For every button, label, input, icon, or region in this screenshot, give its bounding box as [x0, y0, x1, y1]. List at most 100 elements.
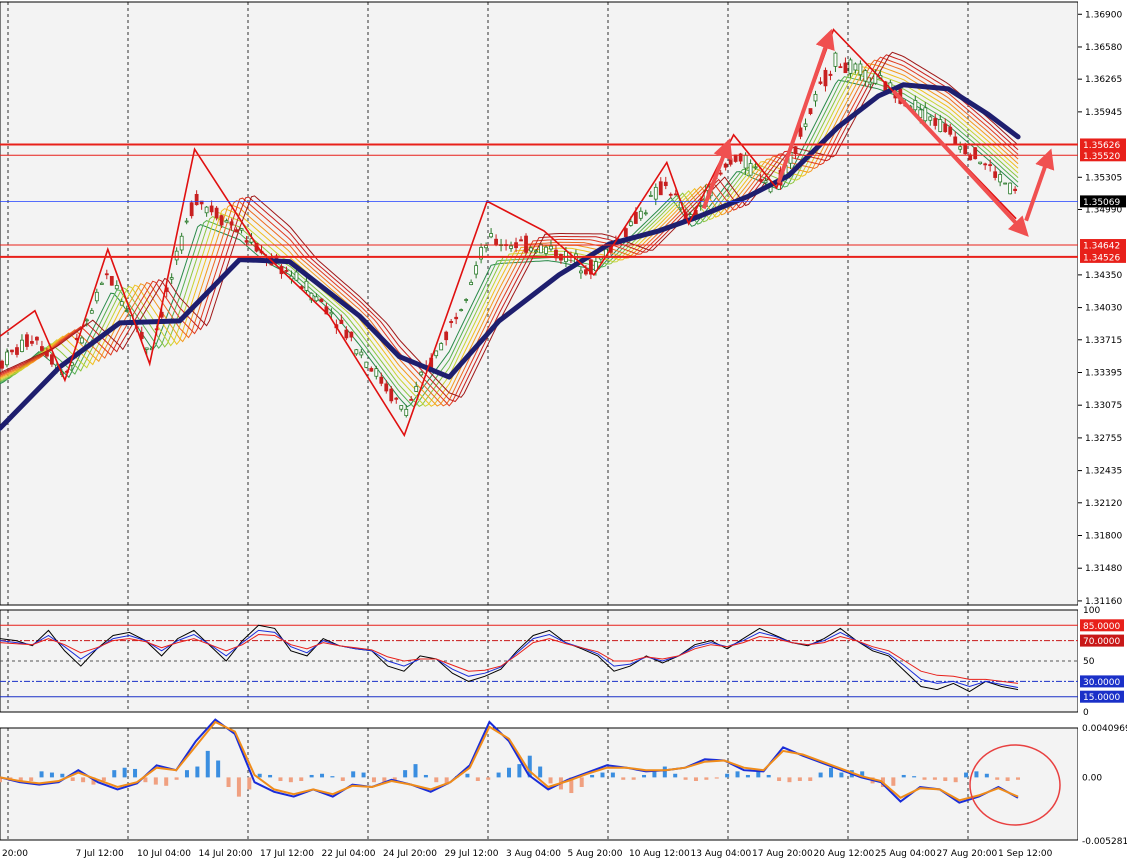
histogram-bar: [434, 777, 439, 783]
candle-body: [79, 337, 84, 344]
level-label-text: 1.35520: [1083, 152, 1120, 162]
candle-body: [314, 296, 319, 302]
candle-body: [189, 202, 194, 217]
candle-body: [344, 329, 349, 339]
histogram-bar: [579, 777, 584, 788]
time-tick-label: 17 Jul 12:00: [260, 849, 314, 859]
histogram-bar: [932, 777, 937, 780]
candle-body: [484, 245, 488, 249]
time-tick-label: 22 Jul 04:00: [322, 849, 376, 859]
candle-body: [239, 228, 244, 231]
current-price-text: 1.35069: [1083, 198, 1120, 208]
candle-body: [444, 331, 449, 341]
candle-body: [114, 285, 119, 290]
oscillator-tick-label: 0: [1083, 708, 1089, 718]
histogram-bar: [548, 777, 553, 784]
candle-body: [524, 235, 528, 253]
histogram-bar: [288, 777, 293, 783]
candle-body: [204, 206, 209, 214]
candle-body: [339, 319, 344, 325]
candle-body: [853, 63, 858, 71]
candle-body: [109, 275, 114, 286]
oscillator-level-text: 30.0000: [1083, 678, 1120, 688]
candle-body: [234, 229, 239, 233]
price-tick-label: 1.32755: [1085, 434, 1122, 444]
histogram-bar: [236, 777, 241, 797]
candle-body: [668, 193, 673, 196]
price-tick-label: 1.34030: [1085, 304, 1122, 314]
candle-body: [379, 376, 384, 384]
candle-body: [144, 347, 149, 350]
price-tick-label: 1.32435: [1085, 467, 1122, 477]
candle-body: [369, 368, 374, 372]
histogram-bar: [195, 766, 200, 778]
candle-body: [94, 291, 99, 302]
candle-body: [224, 220, 229, 223]
candle-body: [209, 205, 214, 213]
histogram-bar: [216, 760, 221, 778]
price-tick-label: 1.36265: [1085, 75, 1122, 85]
histogram-bar: [891, 777, 896, 786]
candle-body: [718, 172, 723, 175]
candle-body: [184, 220, 189, 223]
histogram-bar: [174, 777, 179, 780]
candle-body: [948, 126, 953, 135]
histogram-bar: [745, 774, 750, 778]
histogram-bar: [901, 774, 906, 778]
price-tick-label: 1.34350: [1085, 271, 1122, 281]
histogram-bar: [673, 773, 678, 778]
candle-body: [244, 240, 249, 243]
candle-body: [733, 154, 738, 162]
candle-body: [633, 211, 638, 224]
candle-body: [354, 349, 359, 355]
candle-body: [983, 163, 988, 166]
histogram-bar: [475, 777, 480, 781]
candle-body: [848, 59, 853, 74]
oscillator-level-text: 70.0000: [1083, 637, 1120, 647]
candle-body: [868, 81, 873, 85]
histogram-bar: [787, 777, 792, 783]
candle-body: [349, 331, 354, 338]
histogram-bar: [517, 764, 522, 778]
histogram-tick-label: 0.0040969: [1082, 724, 1127, 734]
price-tick-label: 1.33395: [1085, 368, 1122, 378]
candle-body: [803, 123, 808, 127]
candle-body: [728, 158, 733, 165]
candle-body: [534, 250, 538, 253]
candle-body: [194, 193, 199, 206]
candle-body: [539, 244, 543, 254]
candle-body: [973, 147, 978, 160]
histogram-bar: [351, 771, 356, 778]
time-tick-label: 5 Aug 20:00: [568, 849, 623, 859]
histogram-bar: [247, 777, 252, 790]
candle-body: [723, 163, 728, 168]
level-label-text: 1.34526: [1083, 253, 1120, 263]
candle-body: [663, 181, 668, 187]
histogram-bar: [631, 777, 636, 780]
candle-body: [99, 282, 104, 285]
histogram-bar: [164, 777, 169, 786]
histogram-bar: [278, 777, 283, 781]
candle-body: [25, 334, 29, 347]
candle-body: [993, 171, 998, 178]
candle-body: [329, 311, 334, 315]
histogram-bar: [465, 773, 470, 778]
hist-panel-frame: [0, 727, 1079, 841]
candle-body: [169, 277, 174, 280]
time-tick-label: 7 Jul 12:00: [76, 849, 125, 859]
candle-body: [833, 52, 838, 67]
candle-body: [174, 250, 179, 261]
candle-body: [623, 228, 628, 238]
histogram-tick-label: 0.00: [1082, 773, 1102, 783]
histogram-bar: [133, 768, 138, 778]
candle-body: [84, 319, 89, 322]
candle-body: [928, 116, 933, 121]
candle-body: [229, 221, 234, 226]
histogram-bar: [122, 767, 127, 778]
time-tick-label: 29 Jul 12:00: [445, 849, 499, 859]
histogram-bar: [725, 773, 730, 778]
histogram-bar: [309, 774, 314, 778]
candle-body: [284, 270, 289, 272]
candle-body: [549, 245, 553, 250]
candle-body: [743, 154, 748, 169]
